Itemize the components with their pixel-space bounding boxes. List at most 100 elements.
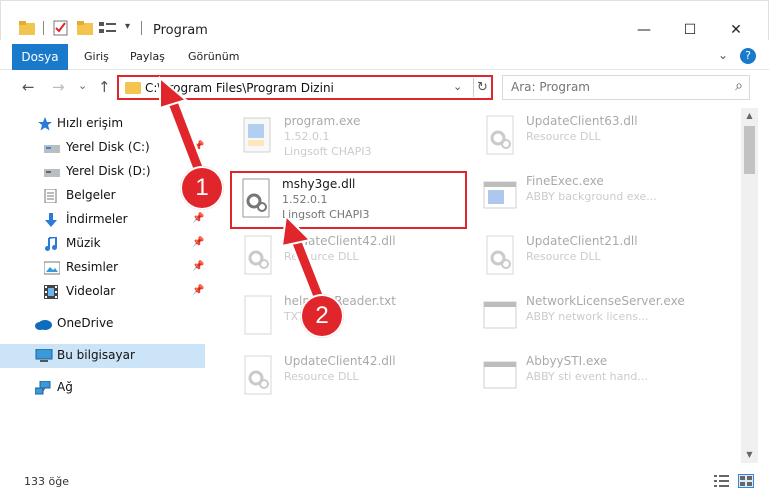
navigation-pane: Hızlı erişim Yerel Disk (C:) 📌 Yerel Dis… bbox=[0, 108, 208, 463]
sidebar-item-label: Ağ bbox=[57, 380, 73, 394]
ribbon-tabs: Dosya Giriş Paylaş Görünüm ⌄ ? bbox=[0, 44, 769, 70]
scroll-up-arrow-icon[interactable]: ▲ bbox=[741, 111, 758, 120]
file-item[interactable]: FineExec.exe ABBY background exe... bbox=[476, 170, 716, 222]
properties-icon[interactable] bbox=[53, 20, 69, 39]
tab-view[interactable]: Görünüm bbox=[184, 44, 243, 70]
dll-file-icon bbox=[238, 177, 274, 221]
file-name: program.exe bbox=[284, 114, 361, 128]
search-input[interactable] bbox=[511, 80, 711, 94]
navigation-bar: ← → ⌄ ↑ C:\Program Files\Program Dizini … bbox=[0, 70, 769, 104]
pin-icon[interactable]: 📌 bbox=[192, 261, 204, 272]
drive-icon bbox=[44, 165, 60, 179]
folder-icon bbox=[125, 82, 141, 94]
step-marker-2: 2 bbox=[300, 294, 344, 338]
file-item[interactable]: UpdateClient63.dll Resource DLL bbox=[476, 110, 716, 162]
address-bar[interactable]: C:\Program Files\Program Dizini ⌄ ↻ bbox=[117, 75, 493, 100]
scroll-down-arrow-icon[interactable]: ▼ bbox=[741, 450, 758, 459]
up-button[interactable]: ↑ bbox=[98, 78, 111, 96]
ribbon-collapse-button[interactable]: ⌄ bbox=[718, 48, 728, 62]
search-icon[interactable]: ⌕ bbox=[735, 78, 743, 94]
file-name: AbbyySTI.exe bbox=[526, 354, 608, 368]
dll-file-icon bbox=[482, 234, 518, 278]
file-name: UpdateClient21.dll bbox=[526, 234, 638, 248]
file-item[interactable]: help_fileReader.txt TXT bbox=[234, 290, 474, 342]
file-item[interactable]: NetworkLicenseServer.exe ABBY network li… bbox=[476, 290, 716, 342]
pin-icon[interactable]: 📌 bbox=[192, 213, 204, 224]
refresh-button[interactable]: ↻ bbox=[473, 78, 491, 97]
file-item[interactable]: UpdateClient42.dll Resource DLL bbox=[234, 230, 474, 282]
sidebar-item-label: Yerel Disk (D:) bbox=[66, 164, 151, 178]
download-icon bbox=[44, 213, 58, 227]
sidebar-item-music[interactable]: Müzik 📌 bbox=[0, 232, 205, 256]
file-description: Resource DLL bbox=[284, 250, 359, 263]
file-item[interactable]: UpdateClient21.dll Resource DLL bbox=[476, 230, 716, 282]
forward-button[interactable]: → bbox=[52, 78, 65, 96]
file-item[interactable]: UpdateClient42.dll Resource DLL bbox=[234, 350, 474, 402]
large-icons-view-icon bbox=[740, 476, 752, 486]
back-button[interactable]: ← bbox=[22, 78, 35, 96]
tab-file[interactable]: Dosya bbox=[12, 44, 68, 70]
pin-icon[interactable]: 📌 bbox=[192, 141, 204, 152]
file-company: Lingsoft CHAPI3 bbox=[282, 208, 370, 221]
help-icon: ? bbox=[745, 49, 751, 62]
sidebar-item-label: Resimler bbox=[66, 260, 119, 274]
new-folder-icon[interactable] bbox=[77, 21, 93, 38]
recent-locations-button[interactable]: ⌄ bbox=[78, 79, 87, 92]
separator bbox=[141, 21, 142, 35]
file-item[interactable]: program.exe 1.52.0.1 Lingsoft CHAPI3 bbox=[234, 110, 474, 162]
address-dropdown-button[interactable]: ⌄ bbox=[453, 80, 462, 93]
tab-home[interactable]: Giriş bbox=[80, 44, 113, 70]
help-button[interactable]: ? bbox=[740, 48, 756, 64]
sidebar-item-onedrive[interactable]: OneDrive bbox=[0, 312, 205, 336]
file-item[interactable]: AbbyySTI.exe ABBY sti event hand... bbox=[476, 350, 716, 402]
window-title: Program bbox=[153, 23, 208, 38]
sidebar-item-label: Videolar bbox=[66, 284, 116, 298]
close-button[interactable]: ✕ bbox=[713, 19, 759, 41]
picture-icon bbox=[43, 261, 61, 275]
sidebar-item-label: İndirmeler bbox=[66, 212, 128, 226]
file-version: 1.52.0.1 bbox=[282, 193, 328, 206]
details-view-icon bbox=[714, 475, 729, 487]
sidebar-item-videos[interactable]: Videolar 📌 bbox=[0, 280, 205, 304]
dll-file-icon bbox=[482, 114, 518, 158]
file-name: UpdateClient42.dll bbox=[284, 234, 396, 248]
folder-icon bbox=[19, 21, 35, 38]
step-marker-1: 1 bbox=[180, 166, 224, 210]
search-box[interactable]: ⌕ bbox=[502, 75, 750, 100]
network-icon bbox=[34, 380, 51, 395]
scrollbar-thumb[interactable] bbox=[744, 126, 755, 174]
dll-file-icon bbox=[240, 354, 276, 398]
sidebar-item-label: Bu bilgisayar bbox=[57, 348, 135, 362]
computer-icon bbox=[35, 348, 53, 363]
file-description: Resource DLL bbox=[526, 250, 601, 263]
pin-icon[interactable]: 📌 bbox=[192, 285, 204, 296]
file-description: Resource DLL bbox=[284, 370, 359, 383]
minimize-button[interactable]: — bbox=[621, 19, 667, 41]
sidebar-item-documents[interactable]: Belgeler 📌 bbox=[0, 184, 205, 208]
text-file-icon bbox=[240, 294, 276, 338]
file-description: ABBY sti event hand... bbox=[526, 370, 648, 383]
large-icons-view-button[interactable] bbox=[738, 474, 754, 488]
sidebar-item-pictures[interactable]: Resimler 📌 bbox=[0, 256, 205, 280]
view-options-icon[interactable] bbox=[99, 21, 117, 38]
sidebar-item-quick-access[interactable]: Hızlı erişim bbox=[0, 112, 205, 136]
sidebar-item-local-disk-c[interactable]: Yerel Disk (C:) 📌 bbox=[0, 136, 205, 160]
customize-toolbar-icon[interactable]: ▾ bbox=[125, 21, 130, 32]
app-file-icon bbox=[482, 354, 518, 398]
sidebar-item-local-disk-d[interactable]: Yerel Disk (D:) bbox=[0, 160, 205, 184]
address-path[interactable]: C:\Program Files\Program Dizini bbox=[145, 81, 334, 95]
document-icon bbox=[44, 188, 58, 204]
tab-share[interactable]: Paylaş bbox=[126, 44, 169, 70]
app-file-icon bbox=[482, 294, 518, 338]
file-description: ABBY background exe... bbox=[526, 190, 657, 203]
sidebar-item-this-pc[interactable]: Bu bilgisayar bbox=[0, 344, 205, 368]
file-name: FineExec.exe bbox=[526, 174, 604, 188]
sidebar-item-downloads[interactable]: İndirmeler 📌 bbox=[0, 208, 205, 232]
pin-icon[interactable]: 📌 bbox=[192, 237, 204, 248]
sidebar-item-network[interactable]: Ağ bbox=[0, 376, 205, 400]
star-icon bbox=[38, 117, 52, 131]
vertical-scrollbar[interactable]: ▲ ▼ bbox=[741, 108, 758, 463]
details-view-button[interactable] bbox=[714, 474, 730, 488]
maximize-button[interactable]: ☐ bbox=[667, 19, 713, 41]
file-item-mshy3ge-dll[interactable]: mshy3ge.dll 1.52.0.1 Lingsoft CHAPI3 bbox=[230, 171, 467, 229]
